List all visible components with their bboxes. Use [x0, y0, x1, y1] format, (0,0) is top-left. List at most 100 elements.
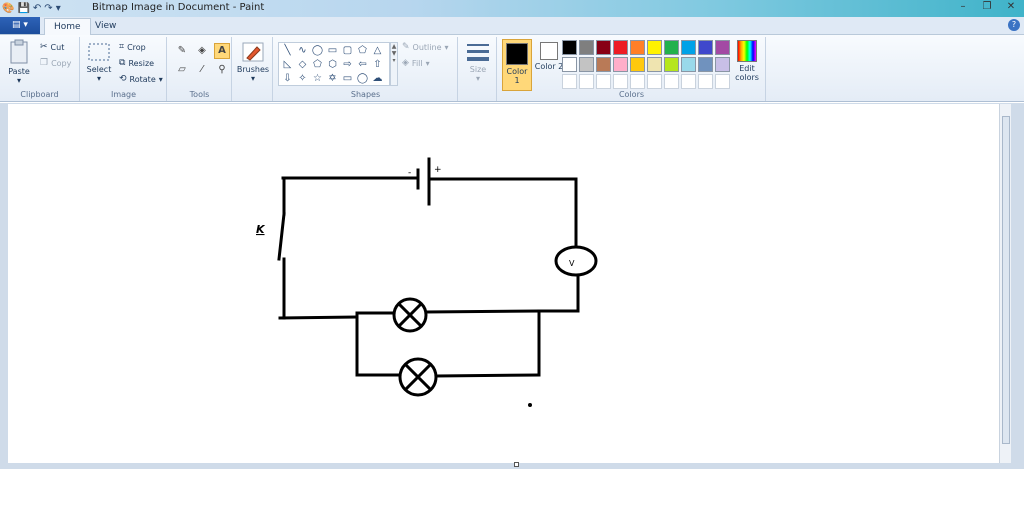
brushes-button[interactable]: Brushes ▾: [235, 41, 271, 83]
custom-color-slot[interactable]: [613, 74, 628, 89]
undo-icon[interactable]: ↶: [33, 2, 41, 16]
rotate-button[interactable]: ⟲ Rotate ▾: [119, 74, 163, 84]
custom-color-slot[interactable]: [596, 74, 611, 89]
size-button[interactable]: Size ▾: [463, 41, 493, 83]
palette-swatch[interactable]: [664, 57, 679, 72]
eraser-icon[interactable]: ▱: [174, 62, 190, 78]
palette-swatch[interactable]: [664, 40, 679, 55]
palette-swatch[interactable]: [630, 57, 645, 72]
custom-color-slot[interactable]: [630, 74, 645, 89]
copy-button[interactable]: ❐ Copy: [40, 58, 71, 68]
six-point-star-icon[interactable]: ✡: [325, 72, 340, 86]
up-arrow-icon[interactable]: ⇧: [370, 58, 385, 72]
palette-swatch[interactable]: [715, 57, 730, 72]
palette-swatch[interactable]: [647, 40, 662, 55]
magnifier-icon[interactable]: ⚲: [214, 62, 230, 78]
down-arrow-icon[interactable]: ⇩: [280, 72, 295, 86]
diamond-icon[interactable]: ◇: [295, 58, 310, 72]
palette-swatch[interactable]: [579, 40, 594, 55]
palette-swatch[interactable]: [681, 40, 696, 55]
custom-color-slot[interactable]: [715, 74, 730, 89]
palette-swatch[interactable]: [698, 57, 713, 72]
oval-icon[interactable]: ◯: [310, 44, 325, 58]
palette-swatch[interactable]: [562, 57, 577, 72]
left-arrow-icon[interactable]: ⇦: [355, 58, 370, 72]
select-button[interactable]: Select ▾: [85, 41, 113, 83]
close-button[interactable]: ✕: [1004, 0, 1018, 14]
tab-view[interactable]: View: [86, 18, 125, 35]
custom-color-slot[interactable]: [562, 74, 577, 89]
polygon-icon[interactable]: ⬠: [355, 44, 370, 58]
color2-label: Color 2: [534, 62, 564, 71]
oval-callout-icon[interactable]: ◯: [355, 72, 370, 86]
hexagon-icon[interactable]: ⬡: [325, 58, 340, 72]
pentagon-icon[interactable]: ⬠: [310, 58, 325, 72]
resize-button[interactable]: ⧉ Resize: [119, 58, 154, 68]
triangle-icon[interactable]: △: [370, 44, 385, 58]
pencil-icon[interactable]: ✎: [174, 43, 190, 59]
palette-swatch[interactable]: [596, 57, 611, 72]
ribbon-tab-row: ▤ ▾ Home View ?: [0, 17, 1024, 35]
palette-swatch[interactable]: [715, 40, 730, 55]
custom-color-slot[interactable]: [681, 74, 696, 89]
shapes-scroll[interactable]: ▲ ▼ ▾: [390, 42, 398, 86]
paint-menu-button[interactable]: ▤ ▾: [0, 17, 40, 34]
custom-color-slot[interactable]: [647, 74, 662, 89]
cloud-callout-icon[interactable]: ☁: [370, 72, 385, 86]
text-icon[interactable]: A: [214, 43, 230, 59]
curve-icon[interactable]: ∿: [295, 44, 310, 58]
scrollbar-thumb[interactable]: [1002, 116, 1010, 444]
color1-swatch: [506, 43, 528, 65]
redo-icon[interactable]: ↷: [44, 2, 52, 16]
edit-colors-label: Edit colors: [735, 64, 759, 82]
callout-icon[interactable]: ▭: [340, 72, 355, 86]
workspace: K - + V: [0, 103, 1024, 530]
palette-swatch[interactable]: [562, 40, 577, 55]
five-point-star-icon[interactable]: ☆: [310, 72, 325, 86]
customize-qat-icon[interactable]: ▾: [56, 2, 61, 16]
help-icon[interactable]: ?: [1008, 19, 1020, 31]
vertical-scrollbar[interactable]: [999, 104, 1011, 463]
color-picker-icon[interactable]: ⁄: [194, 62, 210, 78]
rounded-rectangle-icon[interactable]: ▢: [340, 44, 355, 58]
right-triangle-icon[interactable]: ◺: [280, 58, 295, 72]
palette-swatch[interactable]: [596, 40, 611, 55]
color1-button[interactable]: Color 1: [502, 39, 532, 91]
custom-color-slot[interactable]: [698, 74, 713, 89]
copy-label: Copy: [51, 58, 72, 68]
select-icon: [88, 43, 110, 61]
paste-button[interactable]: Paste ▾: [4, 39, 34, 85]
palette-swatch[interactable]: [613, 40, 628, 55]
custom-color-slot[interactable]: [664, 74, 679, 89]
tools-group-label: Tools: [189, 90, 210, 99]
fill-label: Fill: [411, 58, 423, 68]
edit-colors-icon: [737, 40, 757, 62]
drawing-canvas[interactable]: K - + V: [8, 104, 1011, 463]
tab-home[interactable]: Home: [44, 18, 91, 35]
palette-swatch[interactable]: [613, 57, 628, 72]
palette-swatch[interactable]: [698, 40, 713, 55]
save-icon[interactable]: 💾: [17, 2, 29, 16]
cut-button[interactable]: ✂ Cut: [40, 42, 64, 52]
outline-button[interactable]: ✎ Outline ▾: [402, 42, 449, 52]
crop-button[interactable]: ⌗ Crop: [119, 42, 146, 52]
custom-color-slot[interactable]: [579, 74, 594, 89]
right-arrow-icon[interactable]: ⇨: [340, 58, 355, 72]
minimize-button[interactable]: –: [956, 0, 970, 14]
title-bar: 🎨 💾 ↶ ↷ ▾ Bitmap Image in Document - Pai…: [0, 0, 1024, 17]
palette-swatch[interactable]: [579, 57, 594, 72]
color2-button[interactable]: Color 2: [534, 39, 564, 91]
rectangle-icon[interactable]: ▭: [325, 44, 340, 58]
palette-swatch[interactable]: [630, 40, 645, 55]
palette-swatch[interactable]: [647, 57, 662, 72]
four-point-star-icon[interactable]: ✧: [295, 72, 310, 86]
restore-button[interactable]: ❐: [980, 0, 994, 14]
edit-colors-button[interactable]: Edit colors: [730, 40, 764, 82]
palette-swatch[interactable]: [681, 57, 696, 72]
line-icon[interactable]: ╲: [280, 44, 295, 58]
color2-swatch: [540, 42, 558, 60]
fill-bucket-icon[interactable]: ◈: [194, 43, 210, 59]
resize-handle[interactable]: [514, 462, 519, 467]
fill-button[interactable]: ◈ Fill ▾: [402, 58, 430, 68]
select-label: Select: [86, 65, 112, 74]
